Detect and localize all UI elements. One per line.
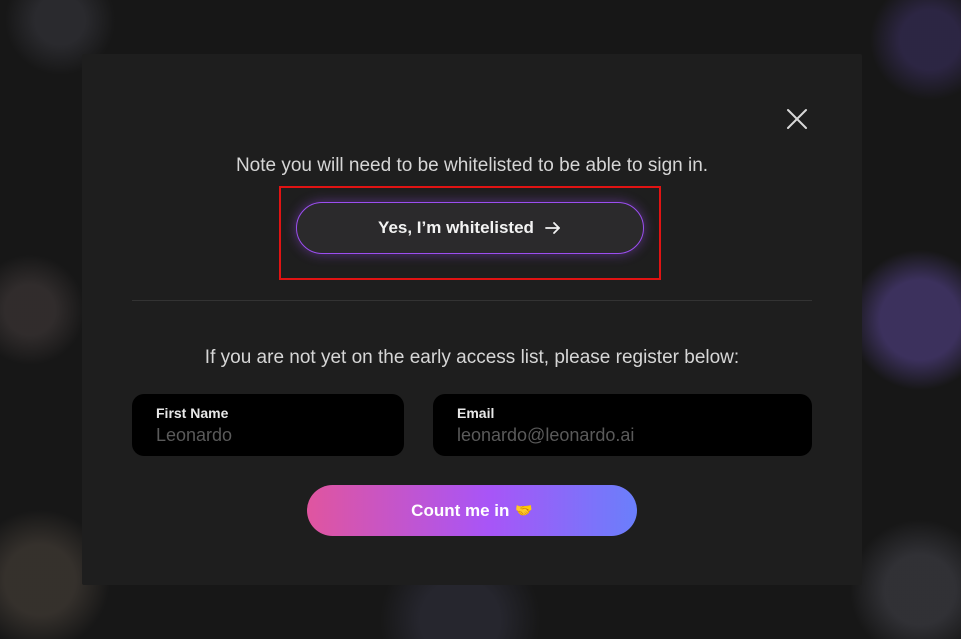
handshake-icon: 🤝 [515, 502, 533, 518]
count-me-in-label: Count me in [411, 500, 510, 520]
first-name-input[interactable] [156, 425, 380, 446]
whitelisted-button-label: Yes, I’m whitelisted [378, 218, 534, 237]
first-name-label: First Name [156, 405, 229, 421]
email-field[interactable]: Email [433, 394, 812, 456]
arrow-right-icon [545, 222, 560, 234]
whitelist-note: Note you will need to be whitelisted to … [235, 155, 709, 176]
email-input[interactable] [457, 425, 777, 446]
signin-modal: Note you will need to be whitelisted to … [82, 54, 862, 585]
register-note: If you are not yet on the early access l… [204, 347, 740, 368]
count-me-in-button[interactable]: Count me in 🤝 [307, 485, 637, 536]
divider [132, 300, 812, 301]
close-button[interactable] [785, 107, 809, 131]
whitelisted-button[interactable]: Yes, I’m whitelisted [296, 202, 644, 254]
close-icon [787, 109, 807, 129]
email-label: Email [457, 405, 495, 421]
first-name-field[interactable]: First Name [132, 394, 404, 456]
